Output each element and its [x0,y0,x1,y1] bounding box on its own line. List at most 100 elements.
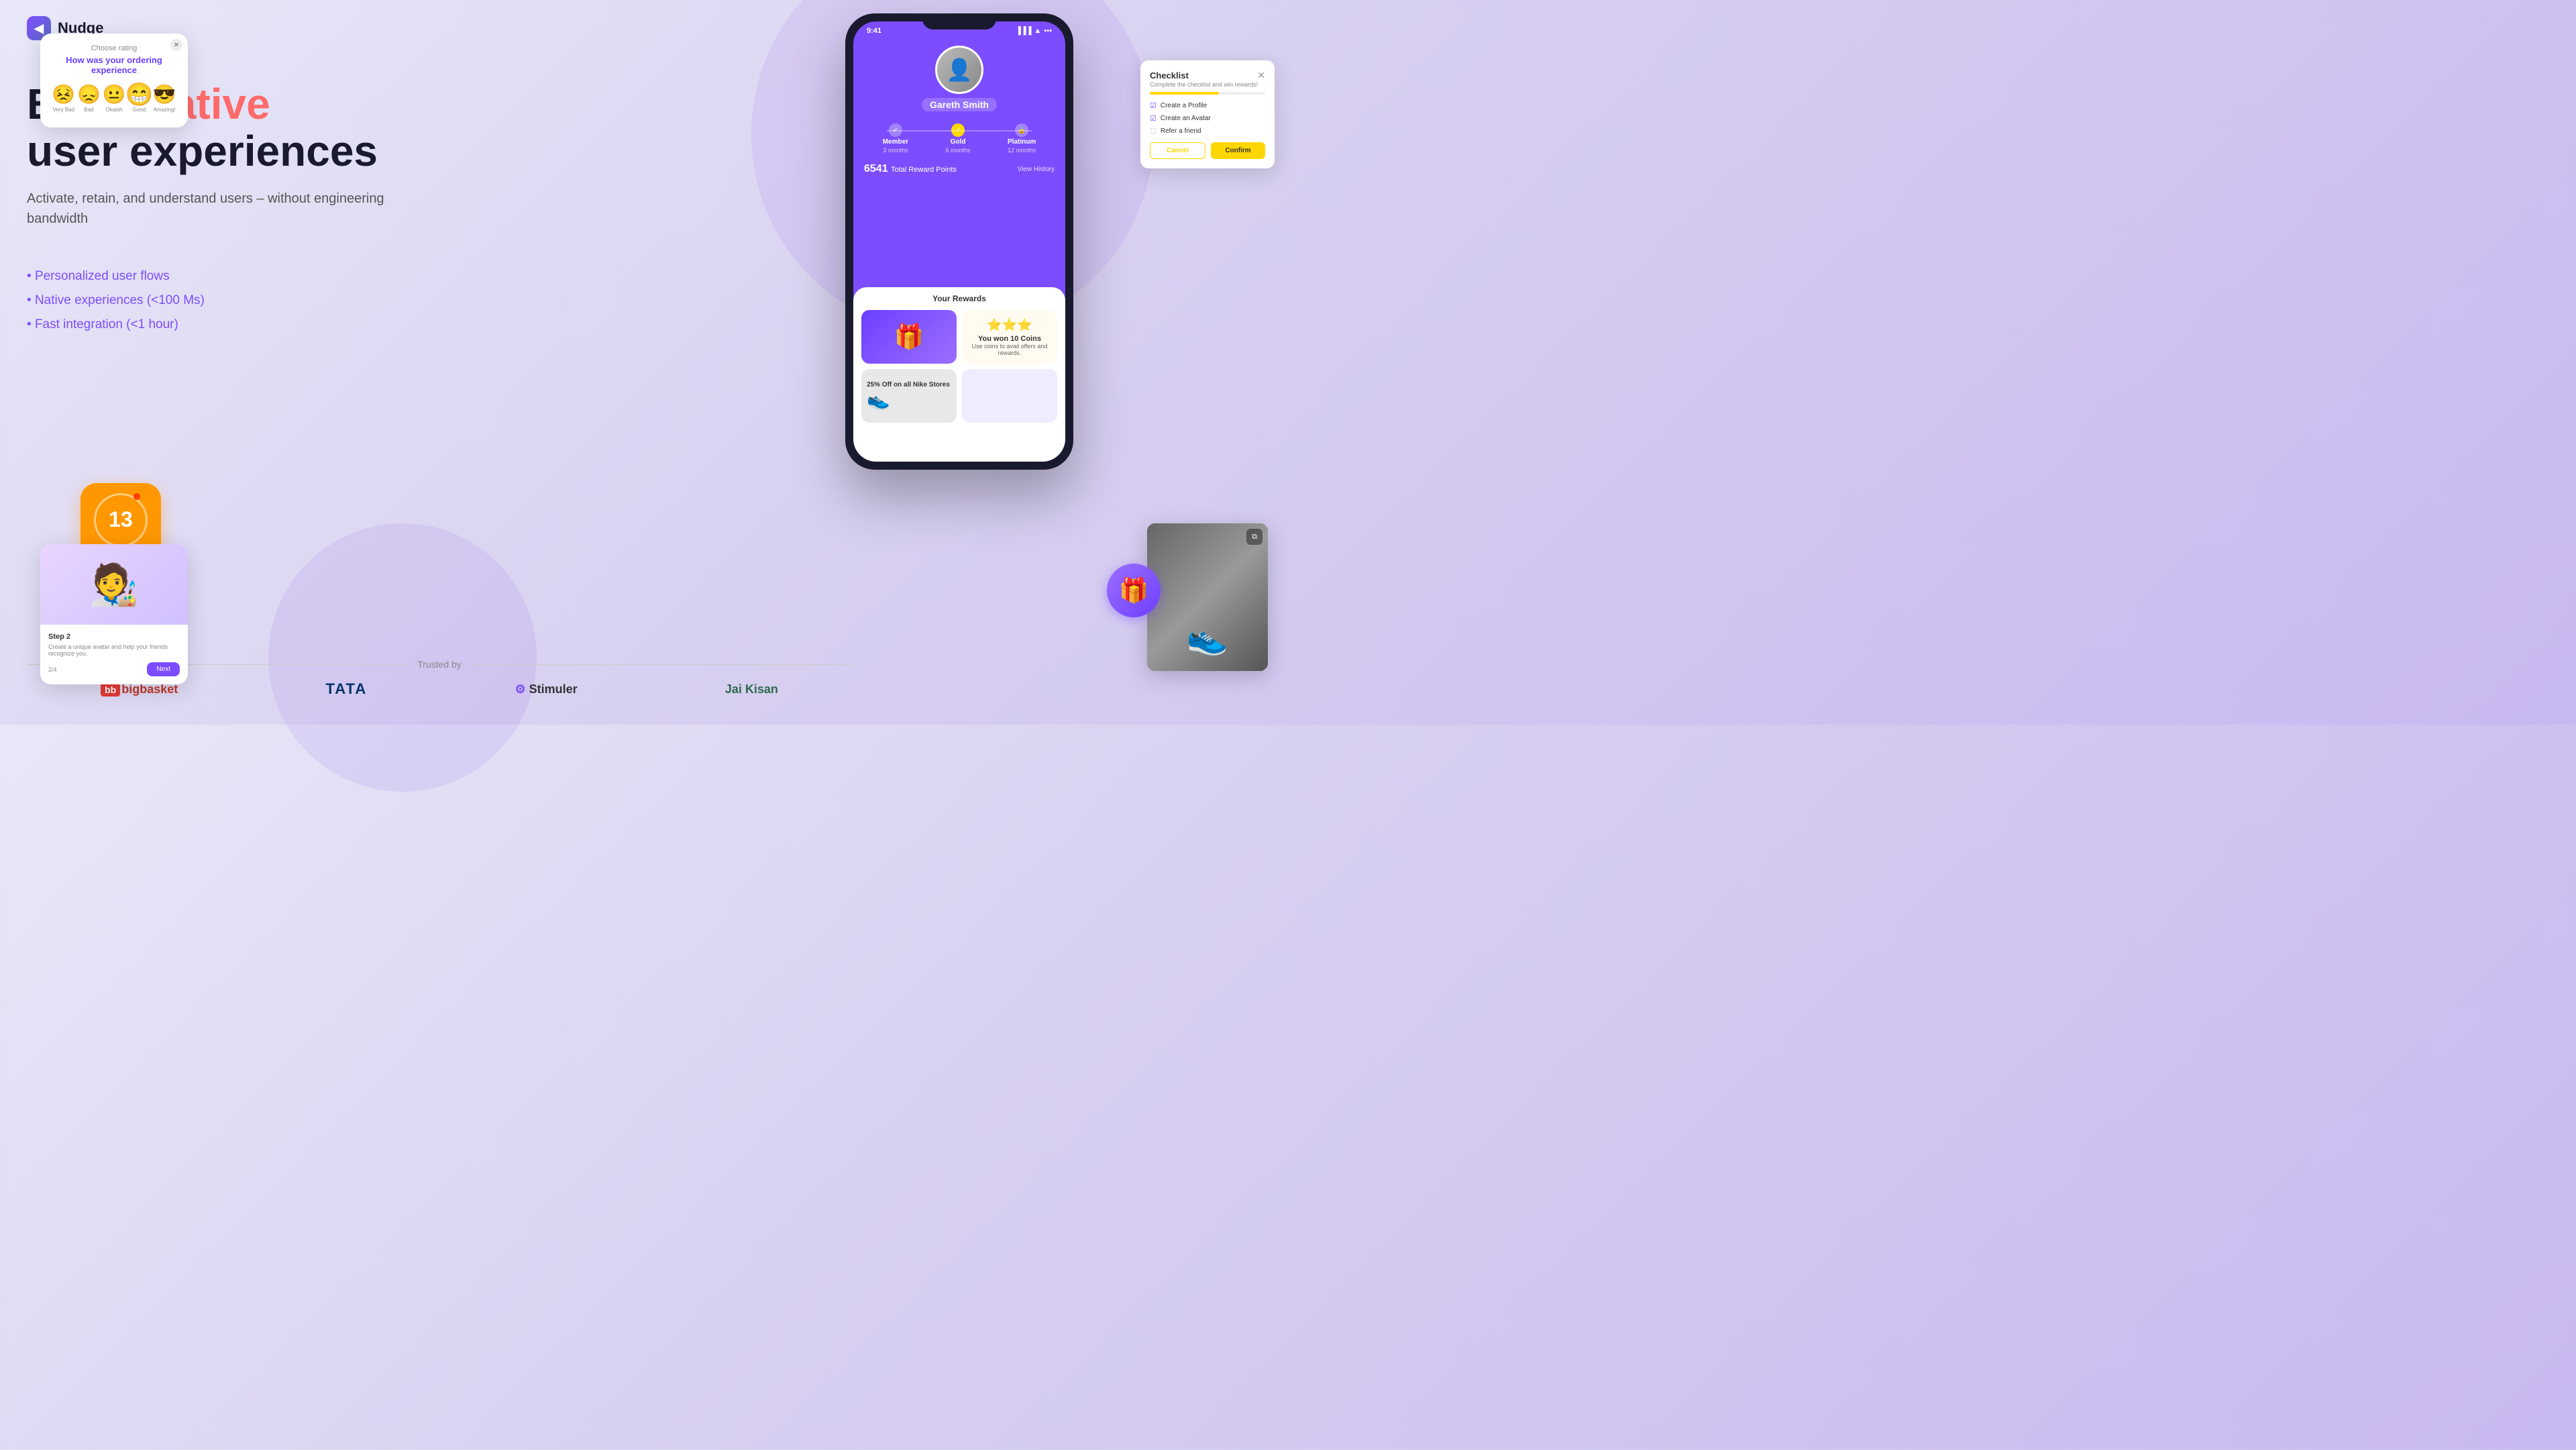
checklist-card: Checklist ✕ Complete the checklist and w… [1140,60,1275,168]
rating-close-button[interactable]: ✕ [170,39,182,51]
checklist-item-1: ☑ Create a Profile [1150,101,1265,110]
emoji-amazing-label: Amazing! [153,107,175,113]
nike-shoe-icon: 👟 [867,389,890,411]
coins-title: You won 10 Coins [978,335,1041,343]
emoji-okay[interactable]: 😐 Okaish [103,83,126,113]
phone-mockup: 9:41 ▐▐▐ ▲ ▪▪▪ 👤 Gareth Smith ✓ Member 3… [845,13,1073,470]
tier-label-platinum: Platinum [1008,138,1036,146]
rewards-section: Your Rewards 🎁 ⭐⭐⭐ You won 10 Coins Use … [853,287,1065,462]
reward-nike-card: 25% Off on all Nike Stores 👟 [861,369,957,423]
confirm-button[interactable]: Confirm [1211,142,1265,159]
emoji-very-bad-icon: 😣 [52,83,75,105]
points-number: 6541 [864,163,888,174]
features-list: Personalized user flows Native experienc… [27,269,416,332]
check-icon-3: ☐ [1150,127,1157,136]
emoji-okay-icon: 😐 [103,83,126,105]
tier-label-member: Member [883,138,908,146]
video-card: 👟 ▶ ⧉ [1147,523,1268,671]
emoji-good[interactable]: 😁 Good [127,83,151,113]
checklist-progress-bar [1150,92,1265,95]
logo-stimuler: ⚙ Stimuler [515,682,577,696]
avatar: 👤 [935,46,983,94]
nike-title: 25% Off on all Nike Stores [867,381,950,389]
checklist-item-3-label: Refer a friend [1161,127,1201,135]
emoji-good-label: Good [133,107,146,113]
emoji-very-bad[interactable]: 😣 Very Bad [52,83,75,113]
tier-label-gold: Gold [951,138,966,146]
onboarding-progress: 2/4 [48,666,57,673]
rewards-title: Your Rewards [861,294,1057,303]
signal-icon: ▐▐▐ [1016,27,1031,35]
emoji-good-icon: 😁 [125,81,154,108]
timer-dot [133,493,140,500]
emoji-amazing-icon: 😎 [153,83,176,105]
status-icons: ▐▐▐ ▲ ▪▪▪ [1016,27,1052,35]
rating-card-question: How was your ordering experience [51,55,177,75]
emoji-amazing[interactable]: 😎 Amazing! [153,83,176,113]
checklist-progress-fill [1150,92,1219,95]
tier-months-platinum: 12 months [1008,147,1036,154]
logo-tata: TATA [325,680,367,698]
tiers-row: ✓ Member 3 months ✓ Gold 6 months 🔒 Plat… [853,118,1065,159]
reward-empty-card [962,369,1057,423]
tier-months-gold: 6 months [946,147,971,154]
emoji-okay-label: Okaish [106,107,123,113]
tier-gold: ✓ Gold 6 months [946,123,971,154]
rating-card: ✕ Choose rating How was your ordering ex… [40,34,188,127]
rating-card-title: Choose rating [51,44,177,52]
feature-3: Fast integration (<1 hour) [27,317,416,332]
profile-area: 👤 Gareth Smith [853,35,1065,118]
reward-coins-card: ⭐⭐⭐ You won 10 Coins Use coins to avail … [962,310,1057,364]
bg-decoration-2 [268,523,537,792]
timer-circle: 13 [94,493,148,547]
coins-stars-icon: ⭐⭐⭐ [987,318,1032,332]
check-icon-2: ☑ [1150,114,1157,123]
checklist-title: Checklist [1150,70,1189,81]
cancel-button[interactable]: Cancel [1150,142,1205,159]
reward-points-row: 6541 Total Reward Points View History [853,159,1065,179]
timer-number: 13 [109,507,133,532]
feature-1: Personalized user flows [27,269,416,284]
onboarding-card: 🧑‍🎨 Step 2 Create a unique avatar and he… [40,544,188,684]
logo-jaikisan: Jai Kisan [725,682,778,696]
shoe-illustration: 👟 [1187,618,1228,658]
emoji-bad-label: Bad [84,107,93,113]
gift-card-overlay: 🎁 [1107,564,1161,617]
reward-gift-card: 🎁 [861,310,957,364]
gift-icon-1: 🎁 [894,323,924,351]
checklist-item-3: ☐ Refer a friend [1150,127,1265,136]
tier-line [887,130,1032,132]
emoji-bad-icon: 😞 [77,83,101,105]
onboarding-description: Create a unique avatar and help your fri… [48,643,180,657]
tier-platinum: 🔒 Platinum 12 months [1008,123,1036,154]
check-icon-1: ☑ [1150,101,1157,110]
emoji-row: 😣 Very Bad 😞 Bad 😐 Okaish 😁 Good 😎 Amazi… [51,83,177,113]
checklist-item-2-label: Create an Avatar [1161,115,1211,122]
points-label: Total Reward Points [891,166,957,174]
checklist-buttons: Cancel Confirm [1150,142,1265,159]
checklist-close-button[interactable]: ✕ [1257,70,1265,81]
view-history-link[interactable]: View History [1018,166,1055,173]
points-info: 6541 Total Reward Points [864,163,957,175]
battery-icon: ▪▪▪ [1044,27,1052,35]
video-background: 👟 ▶ ⧉ [1147,523,1268,671]
onboarding-step: Step 2 [48,633,180,641]
video-content: 👟 [1147,523,1268,671]
checklist-item-1-label: Create a Profile [1161,102,1207,109]
next-button[interactable]: Next [147,662,180,676]
phone-frame: 9:41 ▐▐▐ ▲ ▪▪▪ 👤 Gareth Smith ✓ Member 3… [845,13,1073,470]
emoji-very-bad-label: Very Bad [53,107,74,113]
checklist-item-2: ☑ Create an Avatar [1150,114,1265,123]
emoji-bad[interactable]: 😞 Bad [77,83,101,113]
onboarding-illustration: 🧑‍🎨 [40,544,188,625]
wifi-icon: ▲ [1034,27,1041,35]
headline-rest: user experiences [27,127,378,175]
checklist-subtitle: Complete the checklist and win rewards! [1150,81,1265,88]
phone-screen: 9:41 ▐▐▐ ▲ ▪▪▪ 👤 Gareth Smith ✓ Member 3… [853,21,1065,462]
video-icon: ⧉ [1246,529,1263,545]
feature-2: Native experiences (<100 Ms) [27,293,416,308]
onboarding-body: Step 2 Create a unique avatar and help y… [40,625,188,684]
tier-member: ✓ Member 3 months [883,123,908,154]
status-time: 9:41 [867,27,881,35]
profile-name: Gareth Smith [922,98,997,111]
